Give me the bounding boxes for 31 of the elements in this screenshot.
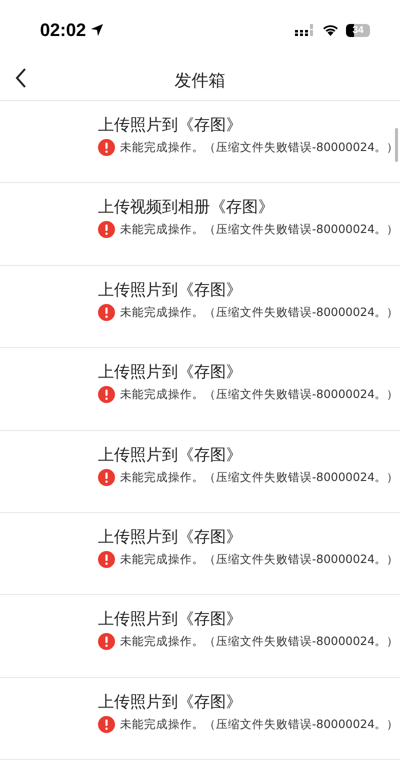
upload-task-title: 上传照片到《存图》 <box>98 526 243 548</box>
error-message: 未能完成操作。（压缩文件失败错误-80000024。） <box>120 634 399 650</box>
upload-task-title: 上传照片到《存图》 <box>98 361 243 384</box>
upload-task-title: 上传照片到《存图》 <box>98 444 243 466</box>
error-message: 未能完成操作。（压缩文件失败错误-80000024。） <box>120 387 399 402</box>
upload-task-title: 上传照片到《存图》 <box>98 690 243 713</box>
upload-task-title: 上传视频到相册《存图》 <box>98 196 275 218</box>
error-icon <box>98 386 115 404</box>
error-icon <box>98 550 115 568</box>
scrollbar <box>395 128 398 162</box>
error-message: 未能完成操作。（压缩文件失败错误-80000024。） <box>120 140 399 155</box>
wifi-icon <box>322 24 339 36</box>
error-message: 未能完成操作。（压缩文件失败错误-80000024。） <box>120 716 399 732</box>
page-title: 发件箱 <box>174 70 226 92</box>
upload-task-title: 上传照片到《存图》 <box>98 278 243 301</box>
error-message: 未能完成操作。（压缩文件失败错误-80000024。） <box>120 222 399 238</box>
error-icon <box>98 716 115 733</box>
error-message: 未能完成操作。（压缩文件失败错误-80000024。） <box>120 470 399 485</box>
upload-task-title: 上传照片到《存图》 <box>98 608 243 630</box>
location-arrow-icon <box>90 23 104 37</box>
back-icon[interactable] <box>15 68 27 88</box>
status-time: 02:02 <box>40 20 86 40</box>
error-icon <box>98 633 115 650</box>
error-icon <box>98 304 115 321</box>
error-message: 未能完成操作。（压缩文件失败错误-80000024。） <box>120 552 399 567</box>
error-icon <box>98 139 115 156</box>
upload-task-title: 上传照片到《存图》 <box>98 114 243 136</box>
error-icon <box>98 468 115 486</box>
error-icon <box>98 221 115 238</box>
signal-icon <box>295 24 315 36</box>
error-message: 未能完成操作。（压缩文件失败错误-80000024。） <box>120 304 399 320</box>
